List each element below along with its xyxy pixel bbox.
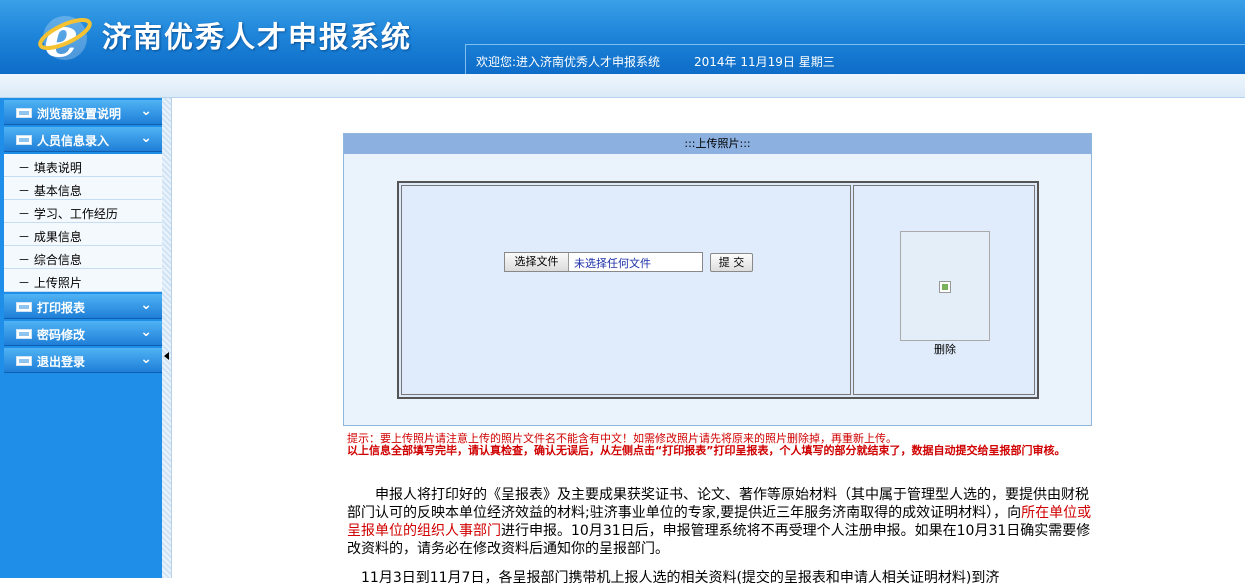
sidebar-menu: 浏览器设置说明 ⌄ 人员信息录入 ⌄ － 填表说明 － 基本信息 － 学习、工作… [4,100,162,375]
photo-preview [900,231,990,341]
header-subbar [0,74,1245,98]
sidebar: 浏览器设置说明 ⌄ 人员信息录入 ⌄ － 填表说明 － 基本信息 － 学习、工作… [0,98,162,578]
sidebar-item-achievements[interactable]: － 成果信息 [4,223,162,246]
app-title: 济南优秀人才申报系统 [102,20,413,54]
svg-text:e: e [44,6,78,66]
upload-table: 选择文件 未选择任何文件 提 交 删除 [397,181,1039,399]
sidebar-splitter[interactable] [162,98,172,578]
sidebar-item-study-work[interactable]: － 学习、工作经历 [4,200,162,223]
sidebar-item-label: － 上传照片 [18,276,82,290]
broken-image-icon [939,281,951,293]
collapse-left-icon[interactable] [164,352,169,360]
menu-personnel-entry[interactable]: 人员信息录入 ⌄ [4,127,162,152]
delete-photo-link[interactable]: 删除 [934,341,956,357]
double-chevron-down-icon: ⌄ [140,297,152,313]
sidebar-item-upload-photo[interactable]: － 上传照片 [4,269,162,292]
personnel-submenu: － 填表说明 － 基本信息 － 学习、工作经历 － 成果信息 － 综合信息 － … [4,154,162,292]
menu-label: 密码修改 [37,328,86,342]
window-icon [16,135,32,145]
sidebar-item-label: － 填表说明 [18,161,82,175]
double-chevron-down-icon: ⌄ [140,130,152,146]
file-name-text: 未选择任何文件 [574,257,651,270]
submit-button[interactable]: 提 交 [710,253,753,272]
menu-logout[interactable]: 退出登录 ⌄ [4,348,162,373]
sidebar-item-label: － 基本信息 [18,184,82,198]
sidebar-item-instructions[interactable]: － 填表说明 [4,154,162,177]
photo-preview-cell: 删除 [853,185,1035,395]
menu-label: 打印报表 [37,301,86,315]
menu-change-password[interactable]: 密码修改 ⌄ [4,321,162,346]
double-chevron-down-icon: ⌄ [140,103,152,119]
welcome-text: 欢迎您:进入济南优秀人才申报系统 [476,55,661,69]
completion-tip: 以上信息全部填写完毕，请认真检查，确认无误后，从左侧点击“打印报表”打印呈报表，… [347,444,1066,457]
ie-logo-icon: e [38,6,92,66]
sidebar-item-general-info[interactable]: － 综合信息 [4,246,162,269]
menu-label: 人员信息录入 [37,134,110,148]
welcome-bar: 欢迎您:进入济南优秀人才申报系统 2014年 11月19日 星期三 [465,44,1245,74]
choose-file-button[interactable]: 选择文件 [505,253,569,271]
file-input[interactable]: 选择文件 未选择任何文件 [504,252,703,272]
double-chevron-down-icon: ⌄ [140,324,152,340]
sidebar-item-basic-info[interactable]: － 基本信息 [4,177,162,200]
app-header: e 济南优秀人才申报系统 欢迎您:进入济南优秀人才申报系统 2014年 11月1… [0,0,1245,74]
instruction-paragraph: 申报人将打印好的《呈报表》及主要成果获奖证书、论文、著作等原始材料（其中属于管理… [347,486,1093,558]
window-icon [16,329,32,339]
double-chevron-down-icon: ⌄ [140,351,152,367]
instruction-paragraph-2: 11月3日到11月7日，各呈报部门携带机上报人选的相关资料(提交的呈报表和申请人… [361,570,1000,586]
window-icon [16,302,32,312]
menu-label: 退出登录 [37,355,86,369]
para-text-a: 申报人将打印好的《呈报表》及主要成果获奖证书、论文、著作等原始材料（其中属于管理… [347,487,1089,521]
upload-form-cell: 选择文件 未选择任何文件 提 交 [401,185,851,395]
date-text: 2014年 11月19日 星期三 [694,55,835,69]
sidebar-item-label: － 学习、工作经历 [18,207,118,221]
window-icon [16,356,32,366]
sidebar-item-label: － 成果信息 [18,230,82,244]
menu-label: 浏览器设置说明 [37,107,122,121]
window-icon [16,108,32,118]
panel-title: :::上传照片::: [344,134,1091,154]
menu-print-report[interactable]: 打印报表 ⌄ [4,294,162,319]
upload-photo-panel: :::上传照片::: 选择文件 未选择任何文件 提 交 删除 [343,133,1092,426]
sidebar-item-label: － 综合信息 [18,253,82,267]
menu-browser-settings[interactable]: 浏览器设置说明 ⌄ [4,100,162,125]
